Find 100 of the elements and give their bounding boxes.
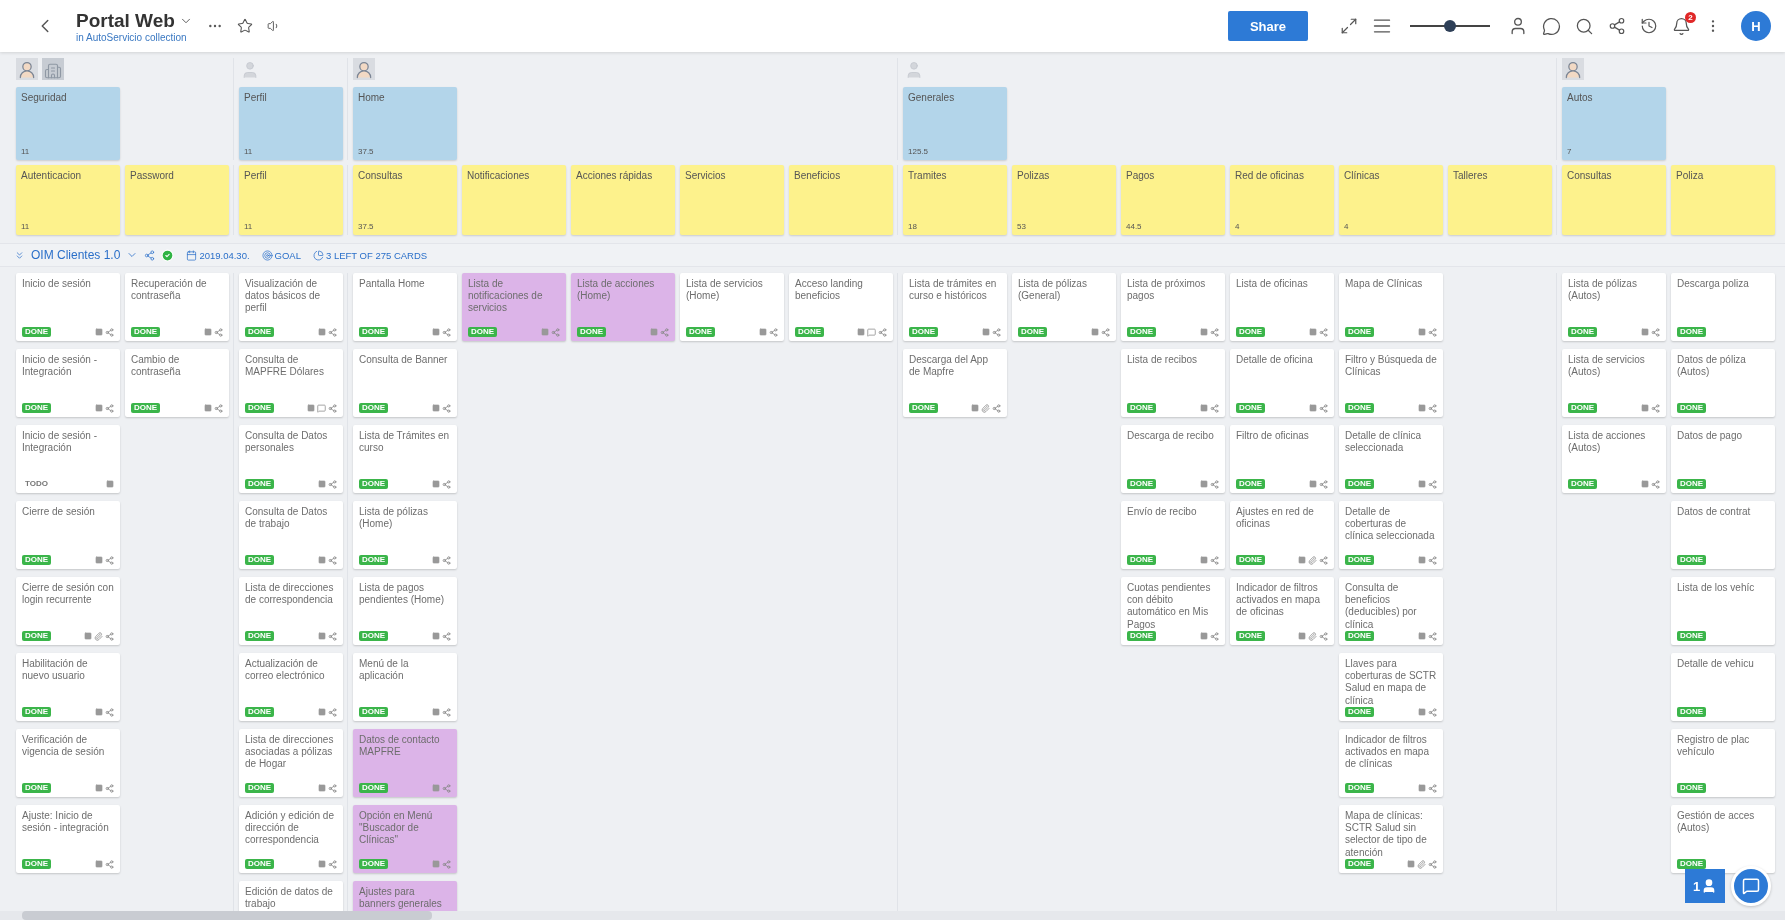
- search-icon[interactable]: [1575, 16, 1594, 36]
- story-card[interactable]: Mapa de clínicas: SCTR Salud sin selector de tipo de atención DONE: [1339, 805, 1443, 873]
- story-card[interactable]: Detalle de coberturas de clínica seleccionada DONE: [1339, 501, 1443, 569]
- story-card[interactable]: Descarga del App de Mapfre DONE: [903, 349, 1007, 417]
- story-card[interactable]: Filtro y Búsqueda de Clínicas DONE: [1339, 349, 1443, 417]
- star-icon[interactable]: [236, 18, 253, 34]
- history-icon[interactable]: [1640, 17, 1658, 35]
- story-card[interactable]: Lista de pagos pendientes (Home) DONE: [353, 577, 457, 645]
- story-card[interactable]: Detalle de clínica seleccionada DONE: [1339, 425, 1443, 493]
- step-card[interactable]: Tramites 18: [903, 165, 1007, 235]
- step-card[interactable]: Autenticacion 11: [16, 165, 120, 235]
- story-card[interactable]: Adición y edición de dirección de correspondencia DONE: [239, 805, 343, 873]
- story-card[interactable]: Ajustes para banners generales: [353, 881, 457, 911]
- story-card[interactable]: Lista de servicios (Home) DONE: [680, 273, 784, 341]
- story-card[interactable]: Cierre de sesión con login recurrente DONE: [16, 577, 120, 645]
- story-card[interactable]: Lista de direcciones de correspondencia DONE: [239, 577, 343, 645]
- activity-card[interactable]: Generales 125.5: [903, 87, 1007, 160]
- story-card[interactable]: Envío de recibo DONE: [1121, 501, 1225, 569]
- users-button[interactable]: 1: [1685, 869, 1725, 903]
- story-card[interactable]: Detalle de oficina DONE: [1230, 349, 1334, 417]
- story-card[interactable]: Descarga de recibo DONE: [1121, 425, 1225, 493]
- story-card[interactable]: Filtro de oficinas DONE: [1230, 425, 1334, 493]
- share-button[interactable]: Share: [1228, 11, 1308, 41]
- story-card[interactable]: Inicio de sesión - Integración TODO: [16, 425, 120, 493]
- story-card[interactable]: Lista de próximos pagos DONE: [1121, 273, 1225, 341]
- story-card[interactable]: Consulta de MAPFRE Dólares DONE: [239, 349, 343, 417]
- story-card[interactable]: Ajustes en red de oficinas DONE: [1230, 501, 1334, 569]
- story-card[interactable]: Menú de la aplicación DONE: [353, 653, 457, 721]
- story-card[interactable]: Cierre de sesión DONE: [16, 501, 120, 569]
- story-card[interactable]: Lista de recibos DONE: [1121, 349, 1225, 417]
- step-card[interactable]: Pagos 44.5: [1121, 165, 1225, 235]
- step-card[interactable]: Beneficios: [789, 165, 893, 235]
- step-card[interactable]: Password: [125, 165, 229, 235]
- story-card[interactable]: Recuperación de contraseña DONE: [125, 273, 229, 341]
- story-card[interactable]: Actualización de correo electrónico DONE: [239, 653, 343, 721]
- story-card[interactable]: Consulta de Datos de trabajo DONE: [239, 501, 343, 569]
- step-card[interactable]: Perfil 11: [239, 165, 343, 235]
- share-icon[interactable]: [1608, 17, 1626, 35]
- story-card[interactable]: Consulta de Datos personales DONE: [239, 425, 343, 493]
- story-card[interactable]: Registro de plac vehículo DONE: [1671, 729, 1775, 797]
- step-card[interactable]: Consultas 37.5: [353, 165, 457, 235]
- story-card[interactable]: Lista de acciones (Autos) DONE: [1562, 425, 1666, 493]
- story-card[interactable]: Lista de los vehíc DONE: [1671, 577, 1775, 645]
- story-card[interactable]: Lista de servicios (Autos) DONE: [1562, 349, 1666, 417]
- collection-link[interactable]: in AutoServicio collection: [76, 31, 193, 43]
- step-card[interactable]: Poliza: [1671, 165, 1775, 235]
- story-card[interactable]: Visualización de datos básicos de perfil DONE: [239, 273, 343, 341]
- story-card[interactable]: Consulta de Banner DONE: [353, 349, 457, 417]
- story-card[interactable]: Lista de pólizas (Autos) DONE: [1562, 273, 1666, 341]
- story-card[interactable]: Pantalla Home DONE: [353, 273, 457, 341]
- release-name[interactable]: OIM Clientes 1.0: [31, 248, 121, 262]
- story-card[interactable]: Datos de pago DONE: [1671, 425, 1775, 493]
- activity-card[interactable]: Seguridad 11: [16, 87, 120, 160]
- comment-icon[interactable]: [1542, 16, 1561, 36]
- zoom-slider[interactable]: [1410, 20, 1490, 32]
- story-card[interactable]: Detalle de vehicu DONE: [1671, 653, 1775, 721]
- story-card[interactable]: Habilitación de nuevo usuario DONE: [16, 653, 120, 721]
- story-card[interactable]: Opción en Menú "Buscador de Clínicas" DONE: [353, 805, 457, 873]
- story-card[interactable]: Mapa de Clínicas DONE: [1339, 273, 1443, 341]
- step-card[interactable]: Polizas 53: [1012, 165, 1116, 235]
- story-card[interactable]: Inicio de sesión DONE: [16, 273, 120, 341]
- story-card[interactable]: Lista de notificaciones de servicios DONE: [462, 273, 566, 341]
- story-card[interactable]: Lista de trámites en curso e históricos DONE: [903, 273, 1007, 341]
- story-card[interactable]: Consulta de beneficios (deducibles) por clínica DONE: [1339, 577, 1443, 645]
- story-card[interactable]: Lista de pólizas (Home) DONE: [353, 501, 457, 569]
- story-card[interactable]: Lista de Trámites en curso DONE: [353, 425, 457, 493]
- story-card[interactable]: Indicador de filtros activados en mapa de clínicas DONE: [1339, 729, 1443, 797]
- step-card[interactable]: Clínicas 4: [1339, 165, 1443, 235]
- horizontal-scrollbar[interactable]: [0, 911, 1785, 920]
- story-card[interactable]: Inicio de sesión - Integración DONE: [16, 349, 120, 417]
- story-card[interactable]: Lista de direcciones asociadas a pólizas de Hogar DONE: [239, 729, 343, 797]
- story-card[interactable]: Verificación de vigencia de sesión DONE: [16, 729, 120, 797]
- user-avatar[interactable]: H: [1741, 11, 1771, 41]
- story-card[interactable]: Cuotas pendientes con débito automático en Mis Pagos DONE: [1121, 577, 1225, 645]
- story-card[interactable]: Indicador de filtros activados en mapa de oficinas DONE: [1230, 577, 1334, 645]
- step-card[interactable]: Red de oficinas 4: [1230, 165, 1334, 235]
- story-card[interactable]: Datos de contrat DONE: [1671, 501, 1775, 569]
- story-card[interactable]: Datos de póliza (Autos) DONE: [1671, 349, 1775, 417]
- story-card[interactable]: Gestión de acces (Autos) DONE: [1671, 805, 1775, 873]
- story-card[interactable]: Cambio de contraseña DONE: [125, 349, 229, 417]
- story-card[interactable]: Ajuste: Inicio de sesión - integración DONE: [16, 805, 120, 873]
- chat-button[interactable]: [1731, 866, 1771, 906]
- step-card[interactable]: Acciones rápidas: [571, 165, 675, 235]
- story-card[interactable]: Llaves para coberturas de SCTR Salud en mapa de clínica DONE: [1339, 653, 1443, 721]
- step-card[interactable]: Servicios: [680, 165, 784, 235]
- activity-card[interactable]: Home 37.5: [353, 87, 457, 160]
- story-card[interactable]: Edición de datos de trabajo: [239, 881, 343, 911]
- story-card[interactable]: Lista de acciones (Home) DONE: [571, 273, 675, 341]
- slider-thumb[interactable]: [1444, 20, 1456, 32]
- activity-card[interactable]: Perfil 11: [239, 87, 343, 160]
- step-card[interactable]: Talleres: [1448, 165, 1552, 235]
- expand-icon[interactable]: [1340, 17, 1358, 35]
- story-card[interactable]: Datos de contacto MAPFRE DONE: [353, 729, 457, 797]
- story-card[interactable]: Descarga poliza DONE: [1671, 273, 1775, 341]
- story-card[interactable]: Lista de oficinas DONE: [1230, 273, 1334, 341]
- bell-icon[interactable]: [1672, 16, 1691, 36]
- step-card[interactable]: Notificaciones: [462, 165, 566, 235]
- story-card[interactable]: Lista de pólizas (General) DONE: [1012, 273, 1116, 341]
- story-card[interactable]: Acceso landing beneficios DONE: [789, 273, 893, 341]
- step-card[interactable]: Consultas: [1562, 165, 1666, 235]
